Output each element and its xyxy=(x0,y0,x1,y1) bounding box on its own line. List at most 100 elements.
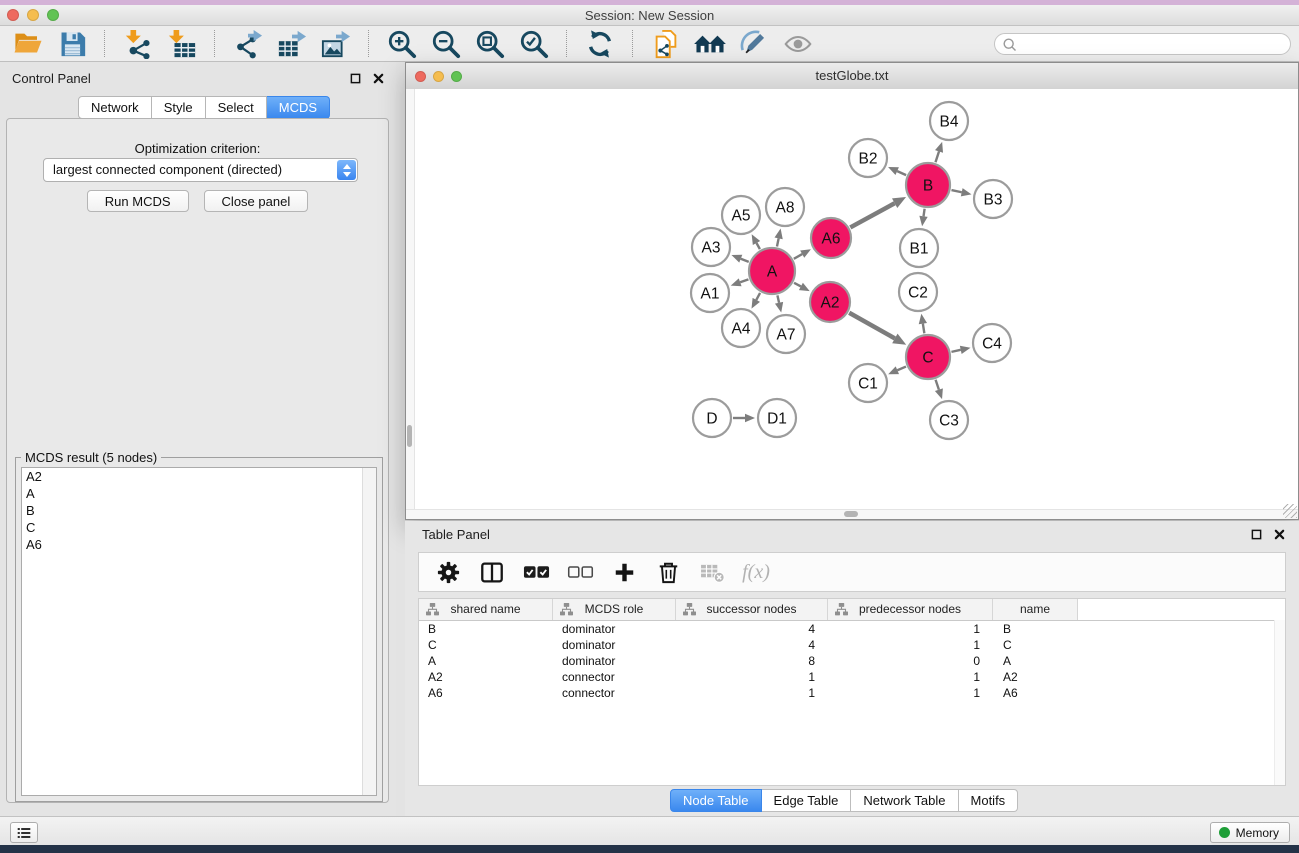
close-panel-button[interactable] xyxy=(372,72,384,84)
close-network-window-button[interactable] xyxy=(415,71,426,82)
edge-A-A8[interactable] xyxy=(775,229,783,247)
result-item-c[interactable]: C xyxy=(22,519,376,536)
node-B[interactable]: B xyxy=(906,163,950,207)
import-network-button[interactable] xyxy=(120,29,156,59)
node-B3[interactable]: B3 xyxy=(974,180,1012,218)
node-C1[interactable]: C1 xyxy=(849,364,887,402)
table-row-a[interactable]: Adominator80A xyxy=(419,653,1285,669)
node-A3[interactable]: A3 xyxy=(692,228,730,266)
edge-A6-B[interactable] xyxy=(850,197,906,227)
edge-D-D1[interactable] xyxy=(733,414,755,422)
zoom-fit-button[interactable] xyxy=(472,29,508,59)
node-A1[interactable]: A1 xyxy=(691,274,729,312)
node-C[interactable]: C xyxy=(906,335,950,379)
tab-mcds[interactable]: MCDS xyxy=(267,96,330,119)
node-A6[interactable]: A6 xyxy=(811,218,851,258)
export-network-button[interactable] xyxy=(230,29,266,59)
add-row-button[interactable] xyxy=(610,558,638,586)
edge-B-B1[interactable] xyxy=(919,209,927,226)
function-builder-button[interactable]: f(x) xyxy=(742,558,770,586)
result-item-b[interactable]: B xyxy=(22,502,376,519)
memory-button[interactable]: Memory xyxy=(1210,822,1290,843)
column-header-predecessor-nodes[interactable]: predecessor nodes xyxy=(828,599,993,620)
node-B2[interactable]: B2 xyxy=(849,139,887,177)
tab-edge-table[interactable]: Edge Table xyxy=(762,789,852,812)
network-window-titlebar[interactable]: testGlobe.txt xyxy=(406,63,1298,90)
result-item-a2[interactable]: A2 xyxy=(22,468,376,485)
network-vertical-scrollbar[interactable] xyxy=(406,89,415,510)
tab-network[interactable]: Network xyxy=(78,96,152,119)
toggle-graphics-details-button[interactable] xyxy=(736,29,772,59)
new-network-from-selection-button[interactable] xyxy=(648,29,684,59)
import-table-button[interactable] xyxy=(164,29,200,59)
search-input[interactable] xyxy=(1017,36,1290,52)
edge-A-A3[interactable] xyxy=(731,255,748,263)
open-session-button[interactable] xyxy=(10,29,46,59)
node-A5[interactable]: A5 xyxy=(722,196,760,234)
zoom-network-window-button[interactable] xyxy=(451,71,462,82)
edge-B-B2[interactable] xyxy=(888,167,906,175)
column-header-MCDS-role[interactable]: MCDS role xyxy=(553,599,676,620)
edge-A-A2[interactable] xyxy=(794,283,810,291)
float-panel-button[interactable] xyxy=(349,72,361,84)
result-list-scrollbar[interactable] xyxy=(362,468,376,795)
window-resize-grip[interactable] xyxy=(1283,504,1297,518)
tab-node-table[interactable]: Node Table xyxy=(670,789,762,812)
node-A8[interactable]: A8 xyxy=(766,188,804,226)
search-field[interactable] xyxy=(994,33,1291,55)
node-A2[interactable]: A2 xyxy=(810,282,850,322)
node-B1[interactable]: B1 xyxy=(900,229,938,267)
deselect-all-button[interactable] xyxy=(566,558,594,586)
show-columns-button[interactable] xyxy=(478,558,506,586)
table-row-a6[interactable]: A6connector11A6 xyxy=(419,685,1285,701)
node-D[interactable]: D xyxy=(693,399,731,437)
edge-A-A7[interactable] xyxy=(775,295,783,312)
edge-C-C4[interactable] xyxy=(951,346,970,354)
close-table-panel-button[interactable] xyxy=(1273,528,1285,540)
show-tasks-button[interactable] xyxy=(10,822,38,843)
node-D1[interactable]: D1 xyxy=(758,399,796,437)
node-B4[interactable]: B4 xyxy=(930,102,968,140)
edge-B-B3[interactable] xyxy=(951,188,971,196)
node-C3[interactable]: C3 xyxy=(930,401,968,439)
export-table-button[interactable] xyxy=(274,29,310,59)
result-item-a6[interactable]: A6 xyxy=(22,536,376,553)
app-titlebar[interactable]: Session: New Session xyxy=(0,5,1299,26)
edge-B-B4[interactable] xyxy=(935,142,943,162)
result-item-a[interactable]: A xyxy=(22,485,376,502)
select-all-button[interactable] xyxy=(522,558,550,586)
node-C2[interactable]: C2 xyxy=(899,273,937,311)
edge-A2-C[interactable] xyxy=(849,313,906,345)
zoom-selected-button[interactable] xyxy=(516,29,552,59)
column-header-successor-nodes[interactable]: successor nodes xyxy=(676,599,828,620)
tab-network-table[interactable]: Network Table xyxy=(851,789,958,812)
zoom-in-button[interactable] xyxy=(384,29,420,59)
export-image-button[interactable] xyxy=(318,29,354,59)
float-table-panel-button[interactable] xyxy=(1250,528,1262,540)
zoom-out-button[interactable] xyxy=(428,29,464,59)
node-A7[interactable]: A7 xyxy=(767,315,805,353)
show-hide-view-button[interactable] xyxy=(780,29,816,59)
table-row-a2[interactable]: A2connector11A2 xyxy=(419,669,1285,685)
refresh-layout-button[interactable] xyxy=(582,29,618,59)
table-settings-button[interactable] xyxy=(434,558,462,586)
minimize-network-window-button[interactable] xyxy=(433,71,444,82)
edge-C-C3[interactable] xyxy=(935,380,943,399)
column-header-name[interactable]: name xyxy=(993,599,1078,620)
table-row-c[interactable]: Cdominator41C xyxy=(419,637,1285,653)
edge-A-A1[interactable] xyxy=(731,278,749,286)
node-C4[interactable]: C4 xyxy=(973,324,1011,362)
close-panel-button-mcds[interactable]: Close panel xyxy=(204,190,309,212)
edge-A-A4[interactable] xyxy=(752,293,761,309)
home-button[interactable] xyxy=(692,29,728,59)
delete-row-button[interactable] xyxy=(654,558,682,586)
tab-style[interactable]: Style xyxy=(152,96,206,119)
run-mcds-button[interactable]: Run MCDS xyxy=(87,190,189,212)
tab-select[interactable]: Select xyxy=(206,96,267,119)
edge-A-A5[interactable] xyxy=(752,234,761,249)
node-A[interactable]: A xyxy=(749,248,795,294)
edge-A-A6[interactable] xyxy=(794,249,811,259)
optimization-criterion-select[interactable]: largest connected component (directed) xyxy=(43,158,358,182)
table-scrollbar[interactable] xyxy=(1274,620,1285,785)
edge-C-C2[interactable] xyxy=(919,314,927,334)
